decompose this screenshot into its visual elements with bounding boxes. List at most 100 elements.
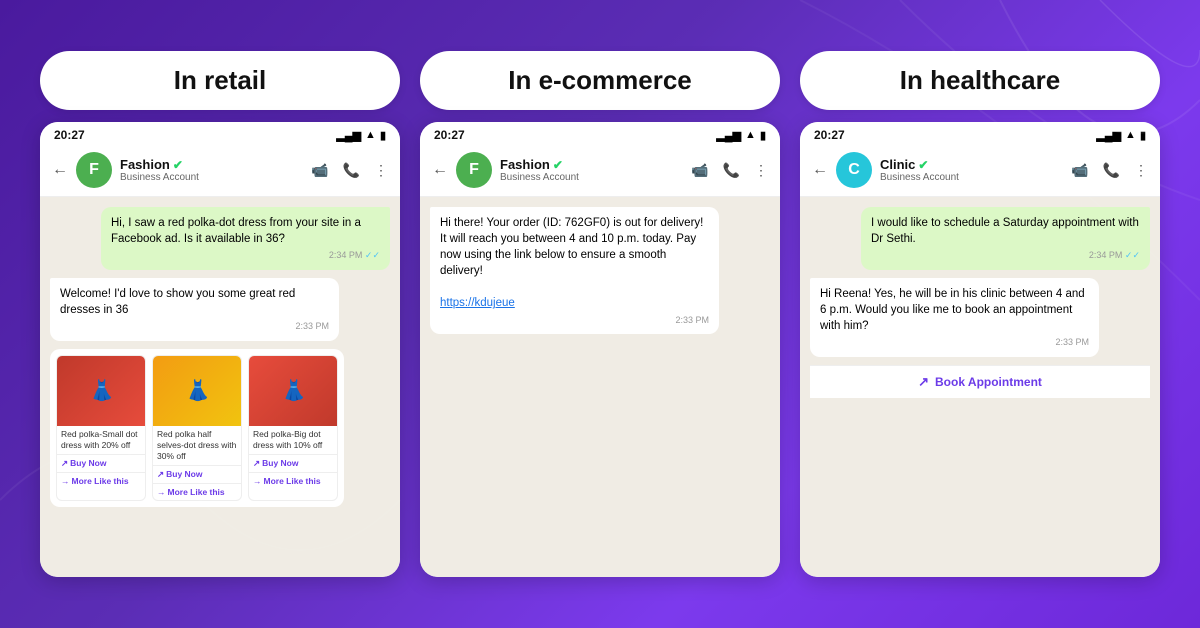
buy-icon-2: ↗ bbox=[157, 469, 164, 480]
ecommerce-chat-body: Hi there! Your order (ID: 762GF0) is out… bbox=[420, 197, 780, 577]
healthcare-chat-sub: Business Account bbox=[880, 172, 1063, 183]
phone-icon-3[interactable]: 📞 bbox=[1103, 162, 1120, 179]
retail-chat-body: Hi, I saw a red polka-dot dress from you… bbox=[40, 197, 400, 577]
video-icon[interactable]: 📹 bbox=[311, 162, 328, 179]
product-more-2[interactable]: → More Like this bbox=[153, 483, 241, 500]
wifi-icon-3: ▲ bbox=[1125, 129, 1136, 141]
read-ticks-2: ✓✓ bbox=[1125, 250, 1140, 260]
more-icon-3[interactable]: ⋮ bbox=[1134, 162, 1148, 179]
more-icon[interactable]: ⋮ bbox=[374, 162, 388, 179]
retail-msg-sent-time: 2:34 PM ✓✓ bbox=[111, 249, 380, 262]
product-btn-2[interactable]: ↗ Buy Now bbox=[153, 465, 241, 483]
back-arrow-icon-3[interactable]: ← bbox=[812, 161, 828, 179]
retail-phone: 20:27 ▂▄▆ ▲ ▮ ← F Fashion ✔ Business bbox=[40, 122, 400, 577]
buy-icon-3: ↗ bbox=[253, 458, 260, 469]
product-card-2: 👗 Red polka half selves-dot dress with 3… bbox=[152, 355, 242, 501]
retail-msg-sent: Hi, I saw a red polka-dot dress from you… bbox=[101, 207, 390, 270]
arrow-icon-2: → bbox=[157, 487, 166, 497]
ecommerce-time: 20:27 bbox=[434, 128, 465, 142]
product-more-1[interactable]: → More Like this bbox=[57, 472, 145, 489]
retail-time: 20:27 bbox=[54, 128, 85, 142]
ecommerce-panel: In e-commerce 20:27 ▂▄▆ ▲ ▮ ← F Fashion bbox=[420, 51, 780, 577]
ecommerce-chat-name-area: Fashion ✔ Business Account bbox=[500, 157, 683, 183]
retail-panel: In retail 20:27 ▂▄▆ ▲ ▮ ← F Fashion bbox=[40, 51, 400, 577]
product-desc-2: Red polka half selves-dot dress with 30%… bbox=[153, 426, 241, 465]
signal-icon-2: ▂▄▆ bbox=[716, 129, 741, 142]
arrow-icon-3: → bbox=[253, 476, 262, 486]
healthcare-msg-received: Hi Reena! Yes, he will be in his clinic … bbox=[810, 278, 1099, 357]
retail-status-bar: 20:27 ▂▄▆ ▲ ▮ bbox=[40, 122, 400, 144]
phone-icon-2[interactable]: 📞 bbox=[723, 162, 740, 179]
healthcare-phone: 20:27 ▂▄▆ ▲ ▮ ← C Clinic ✔ Business A bbox=[800, 122, 1160, 577]
ecommerce-status-icons: ▂▄▆ ▲ ▮ bbox=[716, 129, 766, 142]
read-ticks: ✓✓ bbox=[365, 250, 380, 260]
healthcare-chat-actions: 📹 📞 ⋮ bbox=[1071, 162, 1148, 179]
video-icon-3[interactable]: 📹 bbox=[1071, 162, 1088, 179]
healthcare-avatar: C bbox=[836, 152, 872, 188]
phone-icon[interactable]: 📞 bbox=[343, 162, 360, 179]
back-arrow-icon-2[interactable]: ← bbox=[432, 161, 448, 179]
product-btn-1[interactable]: ↗ Buy Now bbox=[57, 454, 145, 472]
product-img-3: 👗 bbox=[249, 356, 338, 426]
retail-chat-name: Fashion ✔ bbox=[120, 157, 303, 172]
ecommerce-avatar-letter: F bbox=[469, 161, 479, 179]
more-icon-2[interactable]: ⋮ bbox=[754, 162, 768, 179]
retail-chat-actions: 📹 📞 ⋮ bbox=[311, 162, 388, 179]
retail-msg-received-text: Welcome! I'd love to show you some great… bbox=[60, 288, 295, 316]
back-arrow-icon[interactable]: ← bbox=[52, 161, 68, 179]
healthcare-status-bar: 20:27 ▂▄▆ ▲ ▮ bbox=[800, 122, 1160, 144]
ecommerce-avatar: F bbox=[456, 152, 492, 188]
retail-chat-name-area: Fashion ✔ Business Account bbox=[120, 157, 303, 183]
retail-title-text: In retail bbox=[174, 65, 266, 95]
healthcare-status-icons: ▂▄▆ ▲ ▮ bbox=[1096, 129, 1146, 142]
healthcare-msg-received-time: 2:33 PM bbox=[820, 336, 1089, 349]
product-card-1: 👗 Red polka-Small dot dress with 20% off… bbox=[56, 355, 146, 501]
main-container: In retail 20:27 ▂▄▆ ▲ ▮ ← F Fashion bbox=[20, 31, 1180, 597]
book-appointment-btn[interactable]: ↗ Book Appointment bbox=[810, 365, 1150, 398]
ecommerce-status-bar: 20:27 ▂▄▆ ▲ ▮ bbox=[420, 122, 780, 144]
product-btn-3[interactable]: ↗ Buy Now bbox=[249, 454, 337, 472]
signal-icon-3: ▂▄▆ bbox=[1096, 129, 1121, 142]
buy-icon-1: ↗ bbox=[61, 458, 68, 469]
ecommerce-chat-actions: 📹 📞 ⋮ bbox=[691, 162, 768, 179]
verified-icon-3: ✔ bbox=[918, 158, 928, 172]
ecommerce-chat-name: Fashion ✔ bbox=[500, 157, 683, 172]
healthcare-msg-sent-time: 2:34 PM ✓✓ bbox=[871, 249, 1140, 262]
healthcare-chat-body: I would like to schedule a Saturday appo… bbox=[800, 197, 1160, 577]
healthcare-chat-header: ← C Clinic ✔ Business Account 📹 📞 ⋮ bbox=[800, 144, 1160, 197]
retail-msg-received: Welcome! I'd love to show you some great… bbox=[50, 278, 339, 341]
wifi-icon: ▲ bbox=[365, 129, 376, 141]
product-card-3: 👗 Red polka-Big dot dress with 10% off ↗… bbox=[248, 355, 338, 501]
verified-icon-2: ✔ bbox=[553, 158, 563, 172]
healthcare-avatar-letter: C bbox=[848, 161, 860, 179]
healthcare-time: 20:27 bbox=[814, 128, 845, 142]
battery-icon: ▮ bbox=[380, 129, 386, 142]
product-desc-1: Red polka-Small dot dress with 20% off bbox=[57, 426, 145, 454]
retail-avatar: F bbox=[76, 152, 112, 188]
ecommerce-msg-time: 2:33 PM bbox=[440, 314, 709, 327]
ecommerce-title-text: In e-commerce bbox=[508, 65, 692, 95]
healthcare-chat-name-area: Clinic ✔ Business Account bbox=[880, 157, 1063, 183]
book-appointment-label: Book Appointment bbox=[935, 375, 1042, 389]
product-img-2: 👗 bbox=[153, 356, 242, 426]
retail-avatar-letter: F bbox=[89, 161, 99, 179]
ecommerce-chat-header: ← F Fashion ✔ Business Account 📹 📞 ⋮ bbox=[420, 144, 780, 197]
verified-icon: ✔ bbox=[173, 158, 183, 172]
battery-icon-2: ▮ bbox=[760, 129, 766, 142]
arrow-icon-1: → bbox=[61, 476, 70, 486]
calendar-icon: ↗ bbox=[918, 374, 929, 390]
video-icon-2[interactable]: 📹 bbox=[691, 162, 708, 179]
healthcare-msg-sent-text: I would like to schedule a Saturday appo… bbox=[871, 217, 1139, 245]
battery-icon-3: ▮ bbox=[1140, 129, 1146, 142]
product-desc-3: Red polka-Big dot dress with 10% off bbox=[249, 426, 337, 454]
healthcare-msg-sent: I would like to schedule a Saturday appo… bbox=[861, 207, 1150, 270]
healthcare-title-text: In healthcare bbox=[900, 65, 1060, 95]
signal-icon: ▂▄▆ bbox=[336, 129, 361, 142]
product-more-3[interactable]: → More Like this bbox=[249, 472, 337, 489]
retail-status-icons: ▂▄▆ ▲ ▮ bbox=[336, 129, 386, 142]
retail-title: In retail bbox=[40, 51, 400, 110]
retail-msg-received-time: 2:33 PM bbox=[60, 320, 329, 333]
healthcare-title: In healthcare bbox=[800, 51, 1160, 110]
retail-msg-sent-text: Hi, I saw a red polka-dot dress from you… bbox=[111, 217, 361, 245]
delivery-link[interactable]: https://kdujeue bbox=[440, 297, 515, 309]
